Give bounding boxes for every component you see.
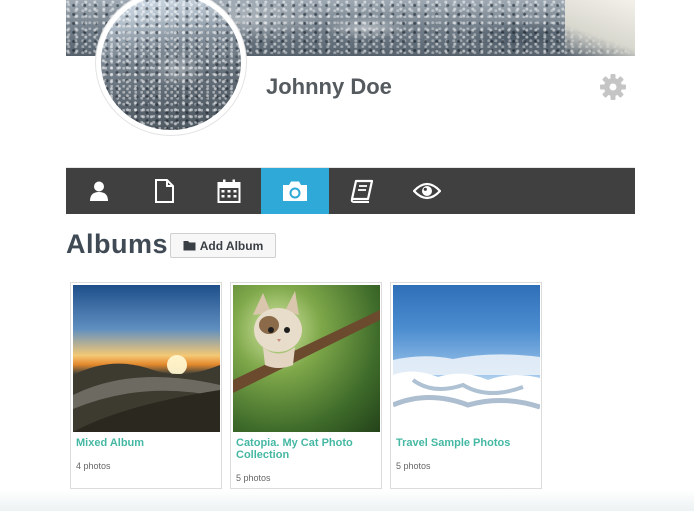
tab-photos[interactable] — [261, 168, 329, 214]
tab-calendar[interactable] — [196, 168, 261, 214]
profile-nav — [66, 168, 635, 214]
tab-profile[interactable] — [66, 168, 131, 214]
avatar-image — [101, 0, 241, 130]
avatar[interactable] — [96, 0, 246, 135]
album-title[interactable]: Mixed Album — [76, 437, 216, 449]
calendar-icon — [217, 179, 240, 203]
tab-views[interactable] — [394, 168, 459, 214]
album-card-mixed[interactable]: Mixed Album 4 photos — [70, 282, 222, 489]
album-title[interactable]: Travel Sample Photos — [396, 437, 536, 449]
camera-icon — [283, 181, 307, 201]
eye-icon — [412, 182, 441, 200]
tab-documents[interactable] — [131, 168, 196, 214]
album-photo-count: 4 photos — [76, 461, 111, 471]
gear-icon[interactable] — [598, 72, 628, 102]
add-album-button[interactable]: Add Album — [170, 233, 276, 258]
album-thumbnail — [233, 285, 380, 432]
albums-heading: Albums — [66, 229, 169, 259]
album-photo-count: 5 photos — [236, 473, 271, 483]
folder-icon — [183, 241, 196, 251]
album-thumbnail — [73, 285, 220, 432]
album-photo-count: 5 photos — [396, 461, 431, 471]
add-album-label: Add Album — [199, 238, 264, 253]
bottom-fade — [0, 490, 694, 511]
document-icon — [154, 179, 174, 203]
album-card-catopia[interactable]: Catopia. My Cat Photo Collection 5 photo… — [230, 282, 382, 489]
album-title[interactable]: Catopia. My Cat Photo Collection — [236, 437, 376, 461]
profile-name: Johnny Doe — [266, 74, 392, 99]
album-card-travel[interactable]: Travel Sample Photos 5 photos — [390, 282, 542, 489]
album-thumbnail — [393, 285, 540, 432]
cover-sky — [565, 0, 635, 56]
book-icon — [350, 179, 373, 203]
user-icon — [89, 181, 108, 201]
tab-books[interactable] — [329, 168, 394, 214]
